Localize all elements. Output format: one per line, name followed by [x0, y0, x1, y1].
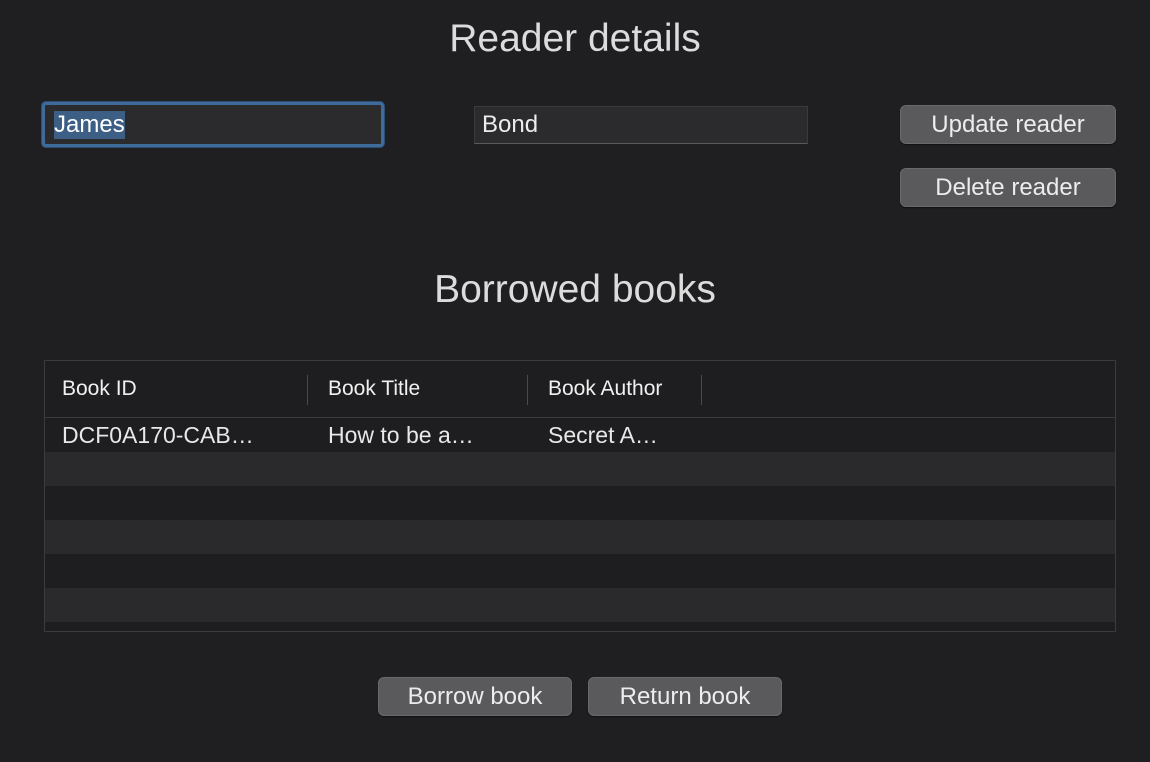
empty-table-row: [45, 520, 1115, 554]
last-name-value: Bond: [482, 111, 539, 138]
table-row[interactable]: DCF0A170-CAB… How to be a… Secret A…: [45, 418, 1115, 452]
reader-details-title: Reader details: [449, 17, 701, 60]
borrowed-books-table[interactable]: Book ID Book Title Book Author DCF0A170-…: [44, 360, 1116, 632]
empty-table-row: [45, 588, 1115, 622]
borrowed-books-title: Borrowed books: [434, 268, 716, 311]
table-body: DCF0A170-CAB… How to be a… Secret A…: [45, 418, 1115, 631]
first-name-value: James: [54, 110, 125, 139]
last-name-field[interactable]: Bond: [474, 106, 808, 144]
return-book-button[interactable]: Return book: [588, 677, 782, 716]
cell-book-id: DCF0A170-CAB…: [62, 421, 254, 448]
empty-table-row: [45, 554, 1115, 588]
empty-table-row: [45, 452, 1115, 486]
delete-reader-button[interactable]: Delete reader: [900, 168, 1116, 207]
reader-details-window: Reader details James Bond Update reader …: [0, 0, 1150, 762]
cell-book-title: How to be a…: [328, 421, 474, 448]
first-name-field[interactable]: James: [42, 102, 384, 147]
column-separator[interactable]: [701, 375, 702, 405]
column-header-book-author[interactable]: Book Author: [548, 361, 662, 417]
empty-table-row: [45, 486, 1115, 520]
last-name-value-wrap: Bond: [482, 107, 799, 143]
borrow-book-button[interactable]: Borrow book: [378, 677, 572, 716]
cell-book-author: Secret A…: [548, 421, 658, 448]
column-separator[interactable]: [307, 375, 308, 405]
column-header-book-title[interactable]: Book Title: [328, 361, 420, 417]
column-separator[interactable]: [527, 375, 528, 405]
first-name-value-wrap: James: [54, 105, 373, 144]
update-reader-button[interactable]: Update reader: [900, 105, 1116, 144]
empty-table-row: [45, 622, 1115, 631]
table-header: Book ID Book Title Book Author: [45, 361, 1115, 418]
column-header-book-id[interactable]: Book ID: [62, 361, 137, 417]
